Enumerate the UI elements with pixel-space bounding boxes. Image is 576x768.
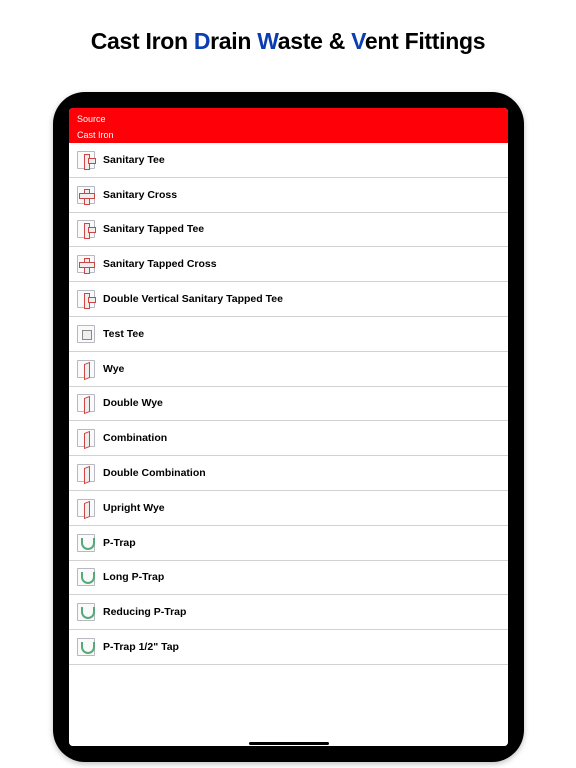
list-item-label: Long P-Trap [103,571,164,583]
list-item-label: Wye [103,363,124,375]
promo-accent-w: W [257,28,278,54]
promo-accent-d: D [194,28,210,54]
fitting-icon [77,186,95,204]
list-item-label: Double Wye [103,397,163,409]
home-indicator[interactable] [69,740,508,746]
list-item[interactable]: Double Wye [69,387,508,422]
list-item-label: Upright Wye [103,502,165,514]
list-item[interactable]: P-Trap [69,526,508,561]
fitting-icon [77,499,95,517]
fitting-icon [77,394,95,412]
list-item[interactable]: Long P-Trap [69,561,508,596]
fitting-icon [77,255,95,273]
promo-w2: aste & [278,28,351,54]
list-item[interactable]: Test Tee [69,317,508,352]
promo-accent-v: V [351,28,365,54]
fitting-icon [77,603,95,621]
list-item-label: Combination [103,432,167,444]
list-item[interactable]: Upright Wye [69,491,508,526]
list-item-label: Sanitary Tapped Cross [103,258,217,270]
list-item-label: Test Tee [103,328,144,340]
list-item[interactable]: Sanitary Tapped Tee [69,213,508,248]
list-item[interactable]: Wye [69,352,508,387]
promo-w3: ent Fittings [365,28,485,54]
list-item[interactable]: Sanitary Tee [69,143,508,178]
fitting-icon [77,290,95,308]
fitting-icon [77,464,95,482]
fitting-icon [77,568,95,586]
tablet-frame: Source Cast Iron Sanitary Tee Sanitary Cr… [53,92,524,762]
promo-w1: rain [210,28,257,54]
fitting-icon [77,638,95,656]
list-item[interactable]: P-Trap 1/2" Tap [69,630,508,665]
list-item[interactable]: Sanitary Cross [69,178,508,213]
list-item-label: P-Trap 1/2" Tap [103,641,179,653]
list-item-label: P-Trap [103,537,136,549]
fitting-icon [77,429,95,447]
fitting-icon [77,220,95,238]
list-item[interactable]: Reducing P-Trap [69,595,508,630]
fitting-icon [77,360,95,378]
list-item-label: Double Combination [103,467,206,479]
fittings-list[interactable]: Sanitary Tee Sanitary Cross Sanitary Tappe… [69,143,508,740]
list-item-label: Sanitary Tee [103,154,165,166]
list-item-label: Sanitary Tapped Tee [103,223,204,235]
list-item[interactable]: Double Combination [69,456,508,491]
promo-title: Cast Iron Drain Waste & Vent Fittings [0,0,576,55]
header-subtitle: Cast Iron [77,130,500,143]
tablet-screen: Source Cast Iron Sanitary Tee Sanitary Cr… [69,108,508,746]
list-item-label: Reducing P-Trap [103,606,186,618]
nav-header: Source Cast Iron [69,108,508,143]
fitting-icon [77,534,95,552]
fitting-icon [77,325,95,343]
promo-prefix: Cast Iron [91,28,194,54]
list-item[interactable]: Sanitary Tapped Cross [69,247,508,282]
back-button[interactable]: Source [77,112,500,130]
fitting-icon [77,151,95,169]
list-item-label: Sanitary Cross [103,189,177,201]
list-item[interactable]: Double Vertical Sanitary Tapped Tee [69,282,508,317]
list-item-label: Double Vertical Sanitary Tapped Tee [103,293,283,305]
list-item[interactable]: Combination [69,421,508,456]
